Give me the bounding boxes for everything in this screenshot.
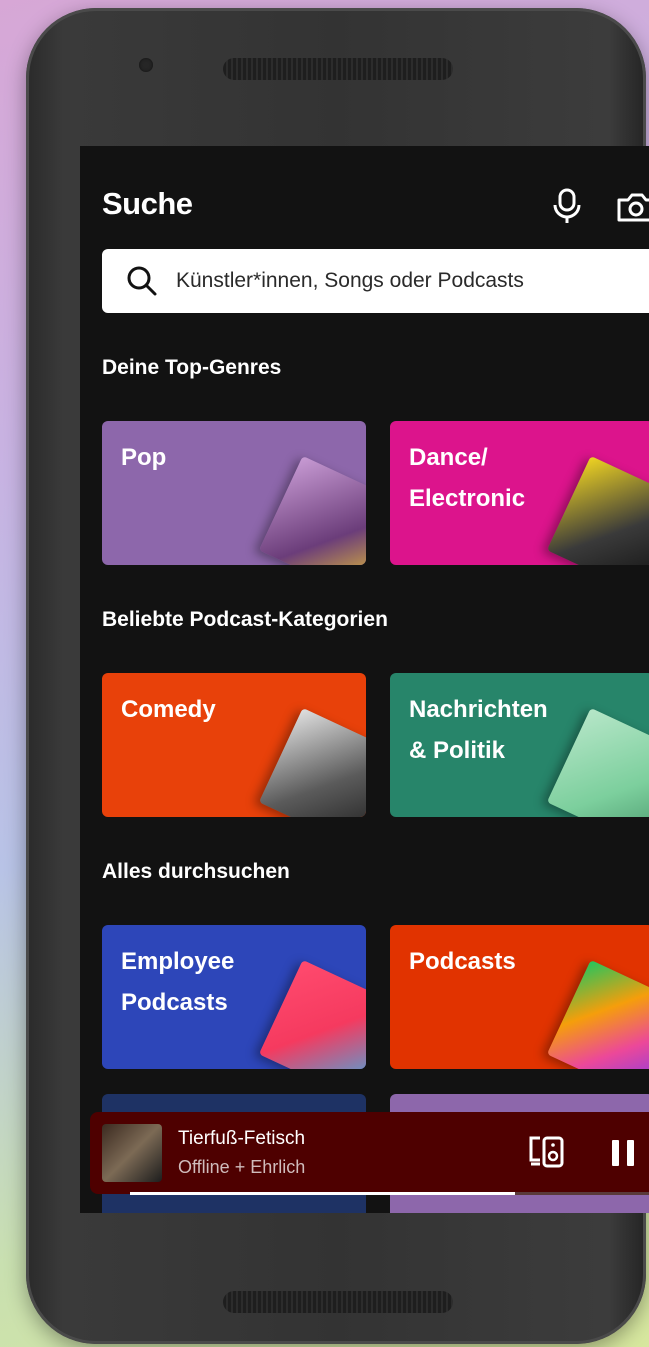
section-heading-browse-all: Alles durchsuchen	[102, 860, 290, 883]
genre-card-pop[interactable]: Pop	[102, 421, 366, 565]
search-icon	[127, 266, 157, 296]
card-label: Comedy	[121, 696, 216, 723]
playback-progress-fill	[130, 1192, 515, 1195]
now-playing-title: Tierfuß-Fetisch	[178, 1128, 306, 1149]
search-input[interactable]: Künstler*innen, Songs oder Podcasts	[102, 249, 649, 313]
card-label: Podcasts	[409, 948, 516, 975]
now-playing-subtitle: Offline + Ehrlich	[178, 1157, 306, 1177]
pause-icon[interactable]	[610, 1138, 636, 1168]
category-card-comedy[interactable]: Comedy	[102, 673, 366, 817]
microphone-icon[interactable]	[552, 188, 582, 224]
browse-card-podcasts[interactable]: Podcasts	[390, 925, 649, 1069]
connect-device-icon[interactable]	[528, 1134, 566, 1168]
genre-card-dance-electronic[interactable]: Dance/ Electronic	[390, 421, 649, 565]
now-playing-cover	[102, 1124, 162, 1182]
section-heading-podcast-categories: Beliebte Podcast-Kategorien	[102, 608, 388, 631]
bottom-speaker	[223, 1291, 453, 1313]
camera-icon[interactable]	[616, 192, 649, 222]
phone-frame: Suche Künstler*innen, Songs oder Podcast…	[26, 8, 649, 1344]
section-heading-top-genres: Deine Top-Genres	[102, 356, 282, 379]
front-camera	[139, 58, 153, 72]
browse-card-employee-podcasts[interactable]: Employee Podcasts	[102, 925, 366, 1069]
app-screen: Suche Künstler*innen, Songs oder Podcast…	[80, 146, 649, 1213]
playback-progress-bar[interactable]	[130, 1192, 649, 1195]
page-title: Suche	[102, 186, 193, 221]
now-playing-bar[interactable]: Tierfuß-Fetisch Offline + Ehrlich	[90, 1112, 649, 1194]
category-card-news-politics[interactable]: Nachrichten & Politik	[390, 673, 649, 817]
top-speaker	[223, 58, 453, 80]
card-label: Pop	[121, 444, 167, 471]
search-placeholder: Künstler*innen, Songs oder Podcasts	[176, 269, 524, 292]
